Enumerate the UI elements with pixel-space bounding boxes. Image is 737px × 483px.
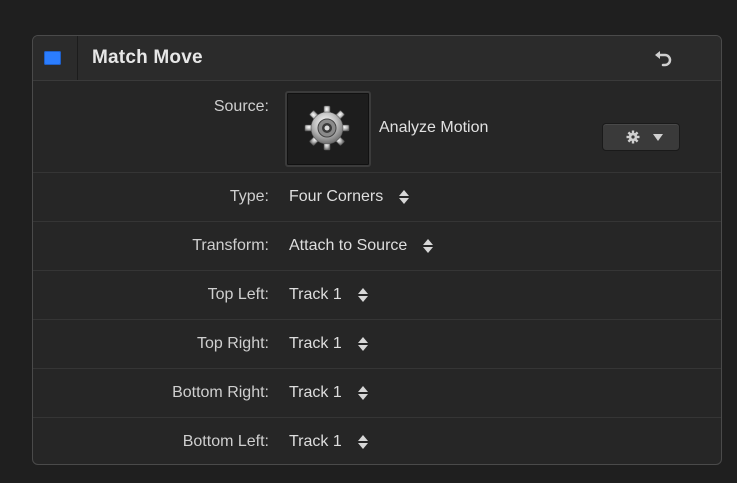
source-well[interactable]: [285, 91, 371, 167]
updown-arrows-icon: [357, 336, 368, 352]
transform-value: Attach to Source: [289, 237, 408, 254]
source-label: Source:: [213, 98, 269, 115]
enable-toggle-container: [33, 36, 78, 80]
bottom-right-popup[interactable]: Track 1: [289, 384, 368, 402]
top-left-label: Top Left:: [207, 286, 269, 303]
gear-icon: [626, 130, 640, 144]
bottom-left-value: Track 1: [289, 433, 342, 450]
updown-arrows-icon: [357, 287, 368, 303]
type-row: Type: Four Corners: [33, 173, 721, 222]
chevron-down-icon: [653, 134, 663, 141]
updown-arrows-icon: [357, 385, 368, 401]
bottom-left-label: Bottom Left:: [182, 433, 269, 450]
action-menu-button[interactable]: [602, 123, 680, 151]
updown-arrows-icon: [423, 238, 434, 254]
top-right-value: Track 1: [289, 335, 342, 352]
type-label: Type:: [229, 188, 269, 205]
analyze-motion-label[interactable]: Analyze Motion: [379, 119, 488, 137]
top-left-row: Top Left: Track 1: [33, 271, 721, 320]
transform-label: Transform:: [192, 237, 269, 254]
bottom-right-value: Track 1: [289, 384, 342, 401]
type-value: Four Corners: [289, 188, 384, 205]
reset-arrow-icon[interactable]: [651, 48, 675, 72]
transform-popup[interactable]: Attach to Source: [289, 237, 434, 255]
bottom-left-row: Bottom Left: Track 1: [33, 418, 721, 464]
bottom-right-label: Bottom Right:: [172, 384, 269, 401]
source-row: Source: Analyze Motion: [33, 80, 721, 173]
updown-arrows-icon: [357, 434, 368, 450]
panel-title: Match Move: [92, 47, 203, 68]
enable-checkbox[interactable]: [44, 51, 61, 65]
bottom-left-popup[interactable]: Track 1: [289, 433, 368, 451]
updown-arrows-icon: [399, 189, 410, 205]
match-move-inspector-panel: Match Move Source: Analyze Motion Type: …: [32, 35, 722, 465]
top-right-label: Top Right:: [196, 335, 269, 352]
gear-icon: [304, 105, 350, 151]
window-background: Match Move Source: Analyze Motion Type: …: [0, 0, 737, 483]
top-left-value: Track 1: [289, 286, 342, 303]
panel-header: Match Move: [33, 36, 721, 81]
top-left-popup[interactable]: Track 1: [289, 286, 368, 304]
bottom-right-row: Bottom Right: Track 1: [33, 369, 721, 418]
top-right-row: Top Right: Track 1: [33, 320, 721, 369]
top-right-popup[interactable]: Track 1: [289, 335, 368, 353]
transform-row: Transform: Attach to Source: [33, 222, 721, 271]
type-popup[interactable]: Four Corners: [289, 188, 410, 206]
